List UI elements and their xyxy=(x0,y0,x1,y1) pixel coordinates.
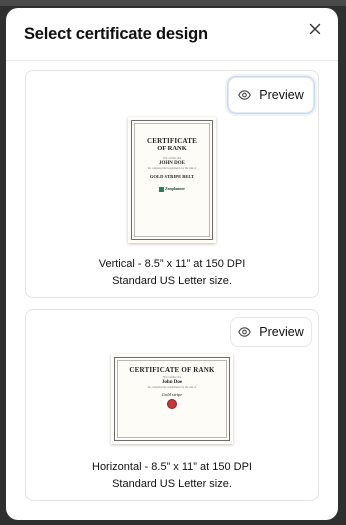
horizontal-preview-button[interactable]: Preview xyxy=(230,317,312,347)
horizontal-description: Horizontal - 8.5” x 11” at 150 DPI Stand… xyxy=(26,459,318,493)
certificate-design-modal: Select certificate design Preview CERTIF… xyxy=(6,8,338,520)
certificate-title: CERTIFICATE xyxy=(146,137,198,145)
certificate-rank: Gold stripe xyxy=(161,392,183,397)
eye-icon xyxy=(238,327,252,337)
modal-header: Select certificate design xyxy=(6,8,338,61)
seal-icon xyxy=(167,399,177,409)
zenplanner-logo: Zenplanner xyxy=(134,186,210,192)
vertical-design-option[interactable]: Preview CERTIFICATE OF RANK This certifi… xyxy=(25,70,319,298)
horizontal-design-option[interactable]: Preview CERTIFICATE OF RANK This certifi… xyxy=(25,309,319,501)
vertical-size-line: Vertical - 8.5” x 11” at 150 DPI xyxy=(98,258,246,270)
modal-title: Select certificate design xyxy=(24,25,208,43)
preview-label: Preview xyxy=(259,88,304,102)
horizontal-certificate-thumbnail: CERTIFICATE OF RANK This certifies that … xyxy=(111,354,233,444)
close-icon xyxy=(309,23,321,35)
horizontal-size-line: Horizontal - 8.5” x 11” at 150 DPI xyxy=(92,461,252,473)
horizontal-standard-line: Standard US Letter size. xyxy=(112,478,232,490)
certificate-content: CERTIFICATE OF RANK This certifies that … xyxy=(117,360,227,438)
vertical-description: Vertical - 8.5” x 11” at 150 DPI Standar… xyxy=(26,256,318,290)
certificate-content: CERTIFICATE OF RANK This certifies that … xyxy=(134,123,210,237)
logo-text: Zenplanner xyxy=(164,186,185,191)
preview-label: Preview xyxy=(259,325,304,339)
certificate-subtitle: OF RANK xyxy=(157,145,187,152)
vertical-standard-line: Standard US Letter size. xyxy=(112,275,232,287)
close-button[interactable] xyxy=(302,16,328,42)
vertical-certificate-thumbnail: CERTIFICATE OF RANK This certifies that … xyxy=(128,117,216,243)
certificate-title: CERTIFICATE OF RANK xyxy=(129,366,215,374)
vertical-preview-button[interactable]: Preview xyxy=(228,77,314,113)
eye-icon xyxy=(238,90,252,100)
